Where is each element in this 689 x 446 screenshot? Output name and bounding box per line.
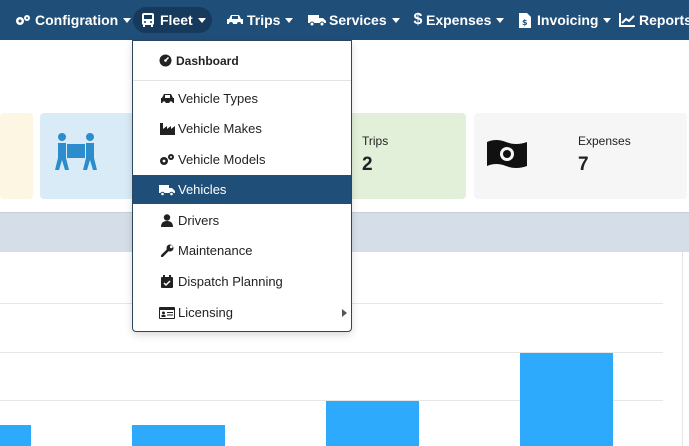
caret-down-icon [285, 17, 294, 23]
nav-label: Fleet [160, 12, 193, 28]
nav-label: Reports [639, 12, 689, 28]
card-label: Expenses [578, 134, 631, 148]
nav-invoicing[interactable]: $ Invoicing [510, 7, 617, 33]
dropdown-item-maintenance[interactable]: Maintenance [133, 236, 351, 265]
nav-label: Invoicing [537, 12, 599, 28]
dropdown-item-licensing[interactable]: Licensing [133, 298, 351, 327]
caret-down-icon [603, 17, 612, 23]
top-navbar: Configration Fleet Trips Services $ Expe… [0, 0, 689, 40]
user-icon [159, 214, 175, 228]
dropdown-item-vehicle-makes[interactable]: Vehicle Makes [133, 114, 351, 143]
nav-configration[interactable]: Configration [8, 7, 137, 33]
card-label: Trips [362, 134, 389, 148]
dropdown-item-label: Dispatch Planning [178, 274, 283, 289]
money-bill-icon [486, 138, 528, 175]
dropdown-item-dashboard[interactable]: Dashboard [133, 41, 351, 80]
svg-text:$: $ [522, 18, 528, 27]
nav-reports[interactable]: Reports [612, 7, 689, 33]
dropdown-item-label: Maintenance [178, 243, 253, 258]
divider [133, 80, 351, 81]
chart-bar [520, 353, 613, 446]
caret-down-icon [197, 17, 206, 23]
fleet-dropdown-menu: Dashboard Vehicle Types Vehicle Makes Ve… [132, 40, 352, 332]
stat-card-partial [0, 113, 33, 199]
dropdown-item-label: Vehicle Models [178, 152, 266, 167]
id-card-icon [159, 306, 175, 320]
dropdown-item-drivers[interactable]: Drivers [133, 206, 351, 235]
nav-label: Trips [247, 12, 281, 28]
nav-trips[interactable]: Trips [220, 7, 299, 33]
bus-icon [139, 12, 157, 28]
nav-label: Configration [35, 12, 119, 28]
dropdown-item-label: Vehicle Makes [178, 121, 262, 136]
dropdown-item-label: Licensing [178, 305, 233, 320]
chart-line-icon [618, 12, 636, 28]
wrench-icon [159, 244, 175, 258]
dropdown-item-vehicles[interactable]: Vehicles [133, 175, 351, 204]
nav-label: Expenses [426, 12, 492, 28]
caret-down-icon [391, 17, 400, 23]
truck-icon [308, 12, 326, 28]
caret-right-icon [342, 309, 347, 317]
nav-fleet[interactable]: Fleet [133, 7, 212, 33]
people-carry-icon [54, 132, 98, 177]
dropdown-item-vehicle-models[interactable]: Vehicle Models [133, 145, 351, 174]
dropdown-item-label: Drivers [178, 213, 220, 228]
chart-bar [326, 401, 419, 446]
car-icon [159, 92, 175, 106]
stat-card-expenses: Expenses 7 [474, 113, 687, 199]
industry-icon [159, 122, 175, 136]
truck-icon [159, 183, 175, 197]
dropdown-item-dispatch-planning[interactable]: Dispatch Planning [133, 267, 351, 296]
cogs-icon [14, 12, 32, 28]
caret-down-icon [496, 17, 505, 23]
stat-card-trips: Trips 2 [346, 113, 466, 199]
card-value: 2 [362, 154, 373, 175]
card-value: 7 [578, 154, 589, 175]
dropdown-header-label: Dashboard [176, 53, 239, 68]
dollar-icon: $ [413, 11, 423, 28]
caret-down-icon [123, 17, 132, 23]
chart-bar [132, 425, 225, 446]
invoice-icon: $ [516, 12, 534, 28]
chart-bar [0, 425, 31, 446]
dropdown-item-vehicle-types[interactable]: Vehicle Types [133, 84, 351, 113]
nav-expenses[interactable]: $ Expenses [407, 7, 510, 33]
car-icon [226, 12, 244, 28]
dropdown-item-label: Vehicles [178, 182, 227, 197]
nav-label: Services [329, 12, 387, 28]
calendar-check-icon [159, 275, 175, 289]
tachometer-icon [159, 54, 172, 70]
cogs-icon [159, 153, 175, 167]
dropdown-item-label: Vehicle Types [178, 91, 258, 106]
nav-services[interactable]: Services [302, 7, 406, 33]
